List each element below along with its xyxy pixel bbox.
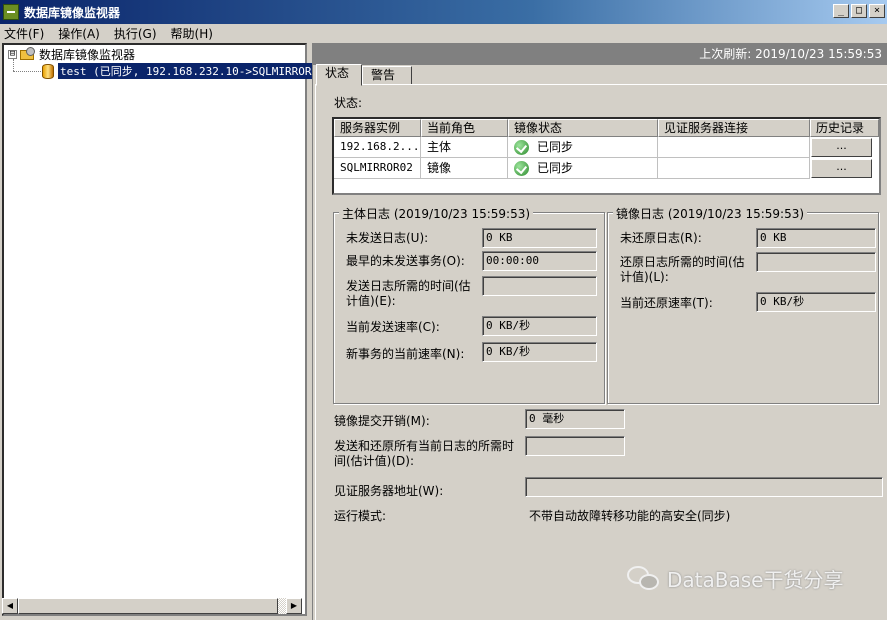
cell-instance[interactable]: SQLMIRROR02 (334, 158, 421, 179)
tab-status[interactable]: 状态 (316, 64, 362, 86)
principal-log-title: 主体日志 (2019/10/23 15:59:53) (339, 205, 534, 222)
unsent-log-field[interactable]: 0 KB (482, 228, 597, 248)
synchronized-check-icon (514, 160, 529, 176)
tab-warnings[interactable]: 警告 (362, 66, 412, 85)
send-time-label: 发送日志所需的时间(估计值)(E): (346, 279, 471, 308)
last-refresh-text: 上次刷新: 2019/10/23 15:59:53 (313, 43, 887, 65)
operating-mode-value: 不带自动故障转移功能的高安全(同步) (529, 509, 731, 523)
wechat-icon (627, 565, 661, 592)
commit-overhead-label: 镜像提交开销(M): (334, 414, 430, 428)
collapse-icon[interactable]: ⊟ (8, 49, 17, 59)
tree-connector (13, 71, 41, 72)
history-button[interactable]: ... (811, 159, 872, 178)
menu-bar: 文件(F) 操作(A) 执行(G) 帮助(H) (0, 24, 887, 43)
header-witness-connection[interactable]: 见证服务器连接 (658, 119, 810, 137)
tree-database-item[interactable]: test (已同步, 192.168.232.10->SQLMIRROR02 (40, 63, 327, 79)
oldest-unsent-label: 最早的未发送事务(O): (346, 254, 465, 268)
window-title: 数据库镜像监视器 (24, 5, 121, 20)
header-current-role[interactable]: 当前角色 (421, 119, 508, 137)
cell-state[interactable]: 已同步 (508, 137, 658, 158)
database-icon (42, 63, 54, 79)
unsent-log-label: 未发送日志(U): (346, 231, 429, 245)
unrestored-log-field[interactable]: 0 KB (756, 228, 876, 248)
close-button[interactable]: × (869, 4, 885, 18)
restore-rate-field[interactable]: 0 KB/秒 (756, 292, 876, 312)
tree-horizontal-scrollbar[interactable]: ◀ ▶ (2, 598, 302, 614)
witness-address-field[interactable] (525, 477, 883, 497)
cell-role[interactable]: 镜像 (421, 158, 508, 179)
send-time-field[interactable] (482, 276, 597, 296)
minimize-button[interactable]: _ (833, 4, 849, 18)
synchronized-check-icon (514, 139, 529, 155)
menu-file[interactable]: 文件(F) (4, 25, 44, 42)
cell-state-text: 已同步 (537, 140, 574, 154)
app-monitor-icon (3, 4, 19, 20)
send-rate-label: 当前发送速率(C): (346, 320, 440, 334)
history-button[interactable]: ... (811, 138, 872, 157)
menu-execute[interactable]: 执行(G) (114, 25, 157, 42)
maximize-button[interactable]: □ (851, 4, 867, 18)
scroll-left-icon[interactable]: ◀ (2, 598, 18, 614)
scroll-right-icon[interactable]: ▶ (286, 598, 302, 614)
scroll-thumb[interactable] (18, 598, 278, 614)
total-time-field[interactable] (525, 436, 625, 456)
restore-time-field[interactable] (756, 252, 876, 272)
tree-root-label: 数据库镜像监视器 (39, 47, 136, 62)
witness-address-label: 见证服务器地址(W): (334, 484, 444, 498)
menu-help[interactable]: 帮助(H) (171, 25, 213, 42)
mirror-log-title: 镜像日志 (2019/10/23 15:59:53) (613, 205, 808, 222)
send-rate-field[interactable]: 0 KB/秒 (482, 316, 597, 336)
status-grid: 服务器实例 当前角色 镜像状态 见证服务器连接 历史记录 192.168.2..… (332, 117, 881, 195)
cell-witness[interactable] (658, 158, 810, 179)
header-history[interactable]: 历史记录 (810, 119, 879, 137)
operating-mode-label: 运行模式: (334, 509, 387, 523)
cell-state[interactable]: 已同步 (508, 158, 658, 179)
commit-overhead-field[interactable]: 0 毫秒 (525, 409, 625, 429)
watermark-text: DataBase干货分享 (667, 568, 844, 592)
cell-state-text: 已同步 (537, 161, 574, 175)
watermark: DataBase干货分享 (627, 564, 843, 593)
unrestored-log-label: 未还原日志(R): (620, 231, 702, 245)
header-mirror-state[interactable]: 镜像状态 (508, 119, 658, 137)
cell-role[interactable]: 主体 (421, 137, 508, 158)
restore-rate-label: 当前还原速率(T): (620, 296, 713, 310)
new-txn-rate-field[interactable]: 0 KB/秒 (482, 342, 597, 362)
total-time-label: 发送和还原所有当前日志的所需时间(估计值)(D): (334, 439, 515, 468)
tree-root-item[interactable]: ⊟ 数据库镜像监视器 (8, 46, 135, 62)
oldest-unsent-field[interactable]: 00:00:00 (482, 251, 597, 271)
status-label: 状态: (334, 96, 363, 110)
menu-action[interactable]: 操作(A) (58, 25, 100, 42)
header-server-instance[interactable]: 服务器实例 (334, 119, 421, 137)
cell-witness[interactable] (658, 137, 810, 158)
scroll-track[interactable] (18, 598, 286, 614)
title-bar: 数据库镜像监视器 _ □ × (0, 0, 887, 24)
tree-database-label: test (已同步, 192.168.232.10->SQLMIRROR02 (58, 63, 327, 79)
new-txn-rate-label: 新事务的当前速率(N): (346, 347, 465, 361)
restore-time-label: 还原日志所需的时间(估计值)(L): (620, 255, 745, 284)
tree-pane: ⊟ 数据库镜像监视器 test (已同步, 192.168.232.10->SQ… (2, 43, 327, 616)
cell-instance[interactable]: 192.168.2... (334, 137, 421, 158)
monitor-folder-icon (20, 47, 36, 61)
